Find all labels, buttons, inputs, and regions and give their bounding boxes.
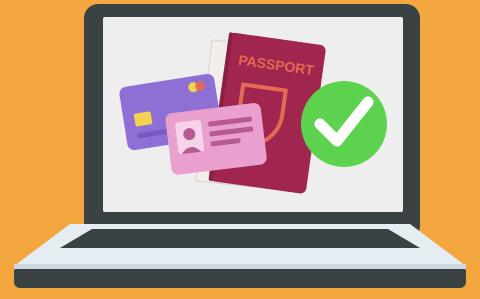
laptop-base-edge	[14, 264, 466, 269]
id-photo-icon	[175, 119, 205, 155]
verified-check-badge	[301, 81, 387, 167]
illustration: PASSPORT	[0, 0, 480, 299]
laptop-base-bottom	[14, 266, 466, 288]
laptop-document-verification-illustration: PASSPORT	[0, 0, 480, 299]
id-card	[165, 103, 267, 175]
card-chip-icon	[133, 111, 153, 127]
keyboard-area	[60, 229, 420, 248]
